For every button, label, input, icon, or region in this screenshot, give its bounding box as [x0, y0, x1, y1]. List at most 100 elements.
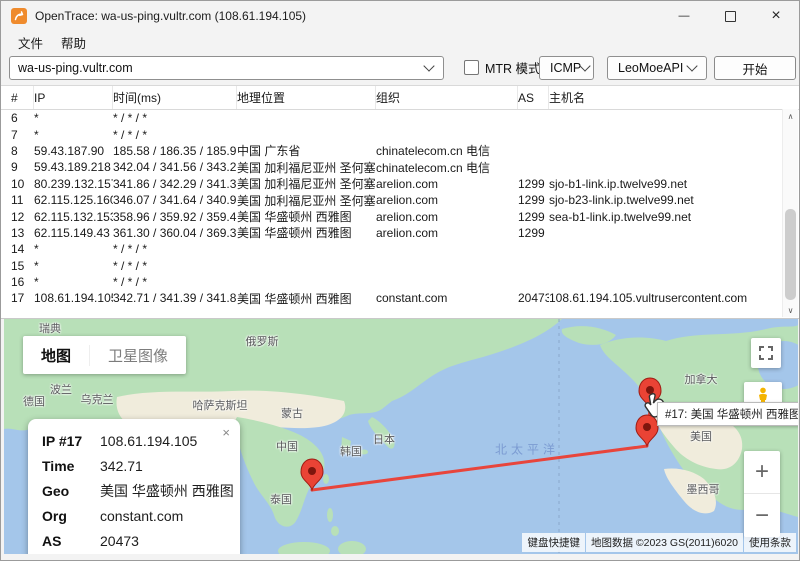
cell-org: chinatelecom.cn 电信 — [376, 142, 518, 159]
cell-ip: * — [34, 259, 113, 273]
cell-num: 12 — [11, 210, 34, 224]
trace-row[interactable]: 14** / * / * — [1, 241, 799, 257]
trace-row[interactable]: 15** / * / * — [1, 258, 799, 274]
trace-row[interactable]: 1262.115.132.153358.96 / 359.92 / 359.48… — [1, 208, 799, 224]
cell-num: 6 — [11, 111, 34, 125]
menu-file[interactable]: 文件 — [9, 31, 52, 54]
trace-table-body: 6** / * / *7** / * / *859.43.187.90185.5… — [1, 110, 799, 307]
cell-as: 1299 — [518, 193, 549, 207]
minimize-button[interactable]: — — [661, 1, 707, 31]
chevron-down-icon — [580, 60, 591, 71]
trace-row[interactable]: 1162.115.125.160346.07 / 341.64 / 340.98… — [1, 192, 799, 208]
trace-row[interactable]: 16** / * / * — [1, 274, 799, 290]
trace-row[interactable]: 6** / * / * — [1, 110, 799, 126]
trace-row[interactable]: 859.43.187.90185.58 / 186.35 / 185.93中国 … — [1, 143, 799, 159]
cell-geo: 中国 广东省 — [237, 142, 376, 159]
chevron-down-icon[interactable] — [423, 60, 434, 71]
popup-label: AS — [42, 529, 100, 554]
column-header[interactable]: 主机名 — [549, 86, 799, 109]
cell-time: * / * / * — [113, 242, 237, 256]
scrollbar-thumb[interactable] — [785, 209, 796, 301]
cell-num: 9 — [11, 160, 34, 174]
mtr-checkbox[interactable] — [464, 60, 479, 75]
scroll-up-icon[interactable]: ∧ — [783, 109, 798, 123]
api-provider-value: LeoMoeAPI — [618, 61, 683, 75]
cell-host: sea-b1-link.ip.twelve99.net — [549, 210, 799, 224]
trace-row[interactable]: 959.43.189.218342.04 / 341.56 / 343.20美国… — [1, 159, 799, 175]
cell-host: sjo-b23-link.ip.twelve99.net — [549, 193, 799, 207]
cell-num: 17 — [11, 291, 34, 305]
cell-num: 11 — [11, 193, 34, 207]
marker-tooltip: #17: 美国 华盛顿州 西雅图 — [657, 402, 798, 426]
scroll-down-icon[interactable]: ∨ — [783, 303, 798, 317]
attribution-link[interactable]: 使用条款 — [744, 533, 796, 552]
trace-row[interactable]: 1362.115.149.43361.30 / 360.04 / 369.31美… — [1, 225, 799, 241]
cell-time: 341.86 / 342.29 / 341.32 — [113, 177, 237, 191]
minimize-icon: — — [679, 10, 690, 22]
column-header[interactable]: # — [11, 86, 34, 109]
host-combobox[interactable] — [9, 56, 444, 80]
attribution-text: 地图数据 ©2023 GS(2011)6020 — [586, 533, 743, 552]
host-input[interactable] — [10, 61, 425, 75]
cell-time: 342.04 / 341.56 / 343.20 — [113, 160, 237, 174]
column-header[interactable]: 组织 — [376, 86, 518, 109]
cell-ip: * — [34, 128, 113, 142]
cell-time: 346.07 / 341.64 / 340.98 — [113, 193, 237, 207]
attribution-link[interactable]: 键盘快捷键 — [522, 533, 585, 552]
cell-ip: * — [34, 275, 113, 289]
popup-value: 342.71 — [100, 454, 143, 479]
cell-org: arelion.com — [376, 210, 518, 224]
cell-org: arelion.com — [376, 177, 518, 191]
maximize-button[interactable] — [707, 1, 753, 31]
popup-value: 108.61.194.105 — [100, 429, 197, 454]
cell-ip: 62.115.132.153 — [34, 210, 113, 224]
trace-row[interactable]: 7** / * / * — [1, 126, 799, 142]
popup-value: 20473 — [100, 529, 139, 554]
protocol-select[interactable]: ICMP — [539, 56, 594, 80]
maximize-icon — [725, 11, 736, 22]
column-header[interactable]: IP — [34, 86, 113, 109]
cell-num: 16 — [11, 275, 34, 289]
cell-num: 14 — [11, 242, 34, 256]
cell-time: * / * / * — [113, 111, 237, 125]
column-header[interactable]: AS — [518, 86, 549, 109]
title-bar[interactable]: OpenTrace: wa-us-ping.vultr.com (108.61.… — [1, 1, 799, 31]
cell-geo: 美国 华盛顿州 西雅图 — [237, 224, 376, 241]
cell-time: 361.30 / 360.04 / 369.31 — [113, 226, 237, 240]
close-button[interactable]: × — [753, 1, 799, 31]
window-bottom-edge — [1, 554, 799, 560]
cell-org: constant.com — [376, 291, 518, 305]
start-button[interactable]: 开始 — [714, 56, 796, 80]
map-attribution: 键盘快捷键地图数据 ©2023 GS(2011)6020使用条款 — [521, 533, 796, 552]
cell-as: 1299 — [518, 226, 549, 240]
trace-row[interactable]: 1080.239.132.157341.86 / 342.29 / 341.32… — [1, 176, 799, 192]
trace-table-header: #IP时间(ms)地理位置组织AS主机名 — [1, 86, 799, 110]
marker-guangdong[interactable] — [301, 459, 323, 490]
route-map[interactable]: 瑞典俄罗斯波兰德国乌克兰哈萨克斯坦蒙古中国韩国日本泰国北太平洋加拿大美国墨西哥 … — [4, 319, 798, 554]
protocol-value: ICMP — [550, 61, 581, 75]
start-button-label: 开始 — [742, 59, 767, 78]
close-icon: × — [771, 7, 780, 25]
cell-num: 15 — [11, 259, 34, 273]
table-scrollbar[interactable]: ∧ ∨ — [782, 109, 798, 317]
column-header[interactable]: 时间(ms) — [113, 86, 237, 109]
cell-ip: 108.61.194.105 — [34, 291, 113, 305]
popup-close-icon[interactable]: × — [222, 425, 230, 440]
app-window: OpenTrace: wa-us-ping.vultr.com (108.61.… — [0, 0, 800, 561]
cell-geo: 美国 加利福尼亚州 圣何塞 — [237, 192, 376, 209]
cell-time: 358.96 / 359.92 / 359.48 — [113, 210, 237, 224]
chevron-down-icon — [686, 60, 697, 71]
cell-time: 342.71 / 341.39 / 341.86 — [113, 291, 237, 305]
route-line — [312, 409, 650, 490]
trace-table: #IP时间(ms)地理位置组织AS主机名 6** / * / *7** / * … — [1, 85, 799, 319]
column-header[interactable]: 地理位置 — [237, 86, 376, 109]
mtr-label: MTR 模式 — [485, 58, 541, 77]
cell-time: 185.58 / 186.35 / 185.93 — [113, 144, 237, 158]
cell-org: chinatelecom.cn 电信 — [376, 159, 518, 176]
trace-row[interactable]: 17108.61.194.105342.71 / 341.39 / 341.86… — [1, 290, 799, 306]
cell-host: 108.61.194.105.vultrusercontent.com — [549, 291, 799, 305]
popup-row: Time342.71 — [42, 454, 228, 479]
api-provider-select[interactable]: LeoMoeAPI — [607, 56, 707, 80]
cell-as: 1299 — [518, 177, 549, 191]
menu-help[interactable]: 帮助 — [52, 31, 95, 54]
